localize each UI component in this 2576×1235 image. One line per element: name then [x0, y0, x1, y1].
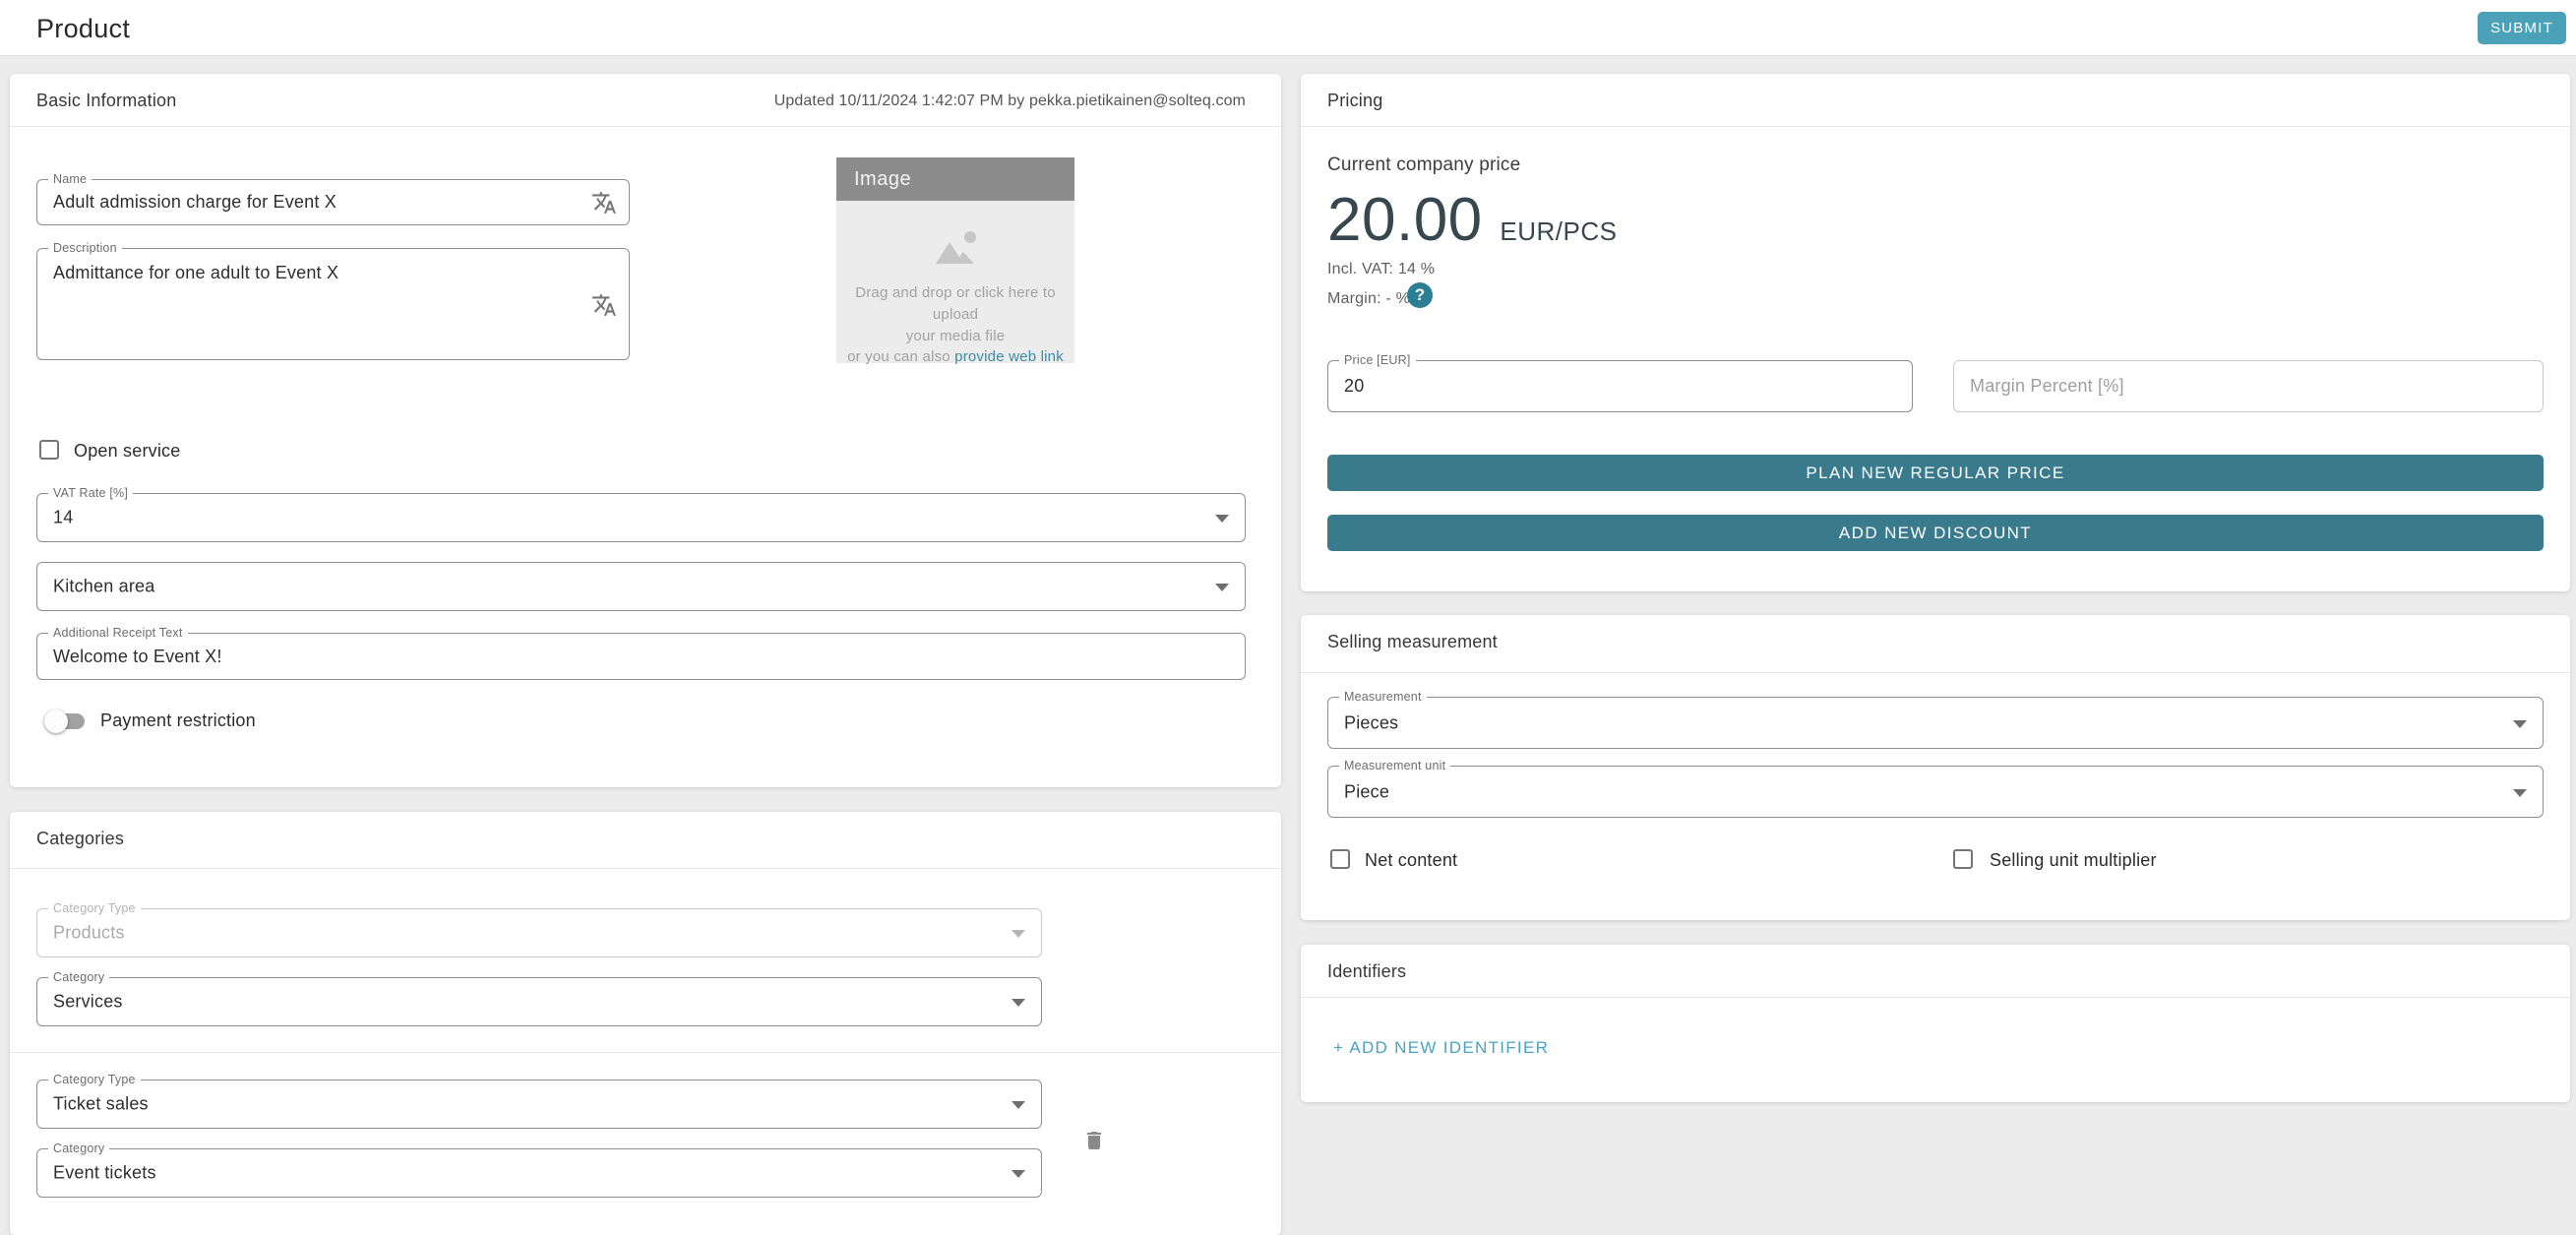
chevron-down-icon [1012, 1101, 1025, 1109]
category-select[interactable]: Category Event tickets [36, 1148, 1042, 1198]
basic-information-card: Basic Information Updated 10/11/2024 1:4… [10, 74, 1281, 787]
selling-unit-multiplier-label: Selling unit multiplier [1990, 850, 2157, 871]
payment-restriction-label: Payment restriction [100, 710, 256, 731]
basic-information-title: Basic Information [36, 91, 176, 111]
additional-receipt-text-input[interactable] [37, 634, 1245, 679]
categories-title: Categories [36, 829, 124, 849]
upload-hint-line1: Drag and drop or click here to upload [855, 284, 1056, 323]
chevron-down-icon [1215, 515, 1229, 523]
measurement-select[interactable]: Measurement Pieces [1327, 697, 2544, 749]
divider [1301, 997, 2570, 998]
category-type-select[interactable]: Category Type Ticket sales [36, 1080, 1042, 1129]
divider [10, 1052, 1281, 1053]
selling-measurement-card: Selling measurement Measurement Pieces M… [1301, 615, 2570, 920]
description-field[interactable]: Description Admittance for one adult to … [36, 248, 630, 360]
sales-area-select[interactable]: Kitchen area [36, 562, 1246, 611]
measurement-value: Pieces [1344, 712, 1398, 733]
selling-measurement-title: Selling measurement [1327, 632, 1498, 652]
image-placeholder-icon [928, 228, 983, 275]
category-label: Category [48, 969, 109, 985]
upload-hint-line3: or you can also [847, 348, 954, 365]
name-input[interactable] [37, 180, 629, 224]
category-type-label: Category Type [48, 1072, 141, 1087]
name-field[interactable]: Name [36, 179, 630, 225]
pricing-card: Pricing Current company price 20.00 EUR/… [1301, 74, 2570, 591]
price-amount: 20.00 [1327, 186, 1483, 254]
delete-icon[interactable] [1082, 1129, 1106, 1152]
measurement-unit-select[interactable]: Measurement unit Piece [1327, 766, 2544, 818]
margin-percent-field[interactable] [1953, 360, 2544, 412]
description-input[interactable]: Admittance for one adult to Event X [37, 249, 629, 359]
pricing-title: Pricing [1327, 91, 1382, 111]
net-content-checkbox[interactable] [1330, 849, 1350, 869]
open-service-checkbox[interactable] [39, 440, 59, 460]
image-upload-header: Image [836, 157, 1074, 201]
divider [1301, 672, 2570, 673]
category-type-label: Category Type [48, 900, 141, 916]
price-unit: EUR/PCS [1500, 216, 1617, 246]
chevron-down-icon [1012, 999, 1025, 1007]
plan-new-regular-price-button[interactable]: PLAN NEW REGULAR PRICE [1327, 455, 2544, 491]
divider [1301, 126, 2570, 127]
image-upload-body[interactable]: Drag and drop or click here to upload yo… [836, 201, 1074, 363]
toggle-knob [44, 710, 68, 733]
open-service-label: Open service [74, 441, 180, 462]
price-input[interactable] [1328, 361, 1912, 411]
chevron-down-icon [2513, 720, 2527, 728]
identifiers-title: Identifiers [1327, 961, 1406, 982]
page-title: Product [36, 14, 130, 44]
upload-hint-line2: your media file [906, 328, 1006, 344]
identifiers-card: Identifiers + ADD NEW IDENTIFIER [1301, 945, 2570, 1102]
category-type-select-disabled: Category Type Products [36, 908, 1042, 957]
chevron-down-icon [2513, 789, 2527, 797]
category-type-value: Ticket sales [53, 1094, 149, 1115]
selling-unit-multiplier-checkbox[interactable] [1953, 849, 1973, 869]
updated-timestamp: Updated 10/11/2024 1:42:07 PM by pekka.p… [774, 93, 1246, 110]
category-value: Event tickets [53, 1163, 156, 1184]
chevron-down-icon [1012, 930, 1025, 938]
vat-rate-label: VAT Rate [%] [48, 485, 133, 501]
chevron-down-icon [1215, 584, 1229, 591]
category-value: Services [53, 992, 123, 1013]
payment-restriction-toggle[interactable] [47, 713, 85, 729]
divider [10, 868, 1281, 869]
vat-rate-select[interactable]: VAT Rate [%] 14 [36, 493, 1246, 542]
margin-percent-input[interactable] [1954, 361, 2543, 411]
chevron-down-icon [1012, 1170, 1025, 1178]
add-new-discount-button[interactable]: ADD NEW DISCOUNT [1327, 515, 2544, 551]
category-label: Category [48, 1141, 109, 1156]
category-type-value: Products [53, 923, 125, 944]
sales-area-value: Kitchen area [53, 577, 154, 597]
help-icon[interactable]: ? [1407, 282, 1433, 308]
category-select[interactable]: Category Services [36, 977, 1042, 1026]
current-price-label: Current company price [1327, 154, 1520, 176]
translate-icon[interactable] [591, 292, 617, 318]
submit-button[interactable]: SUBMIT [2478, 12, 2566, 44]
add-new-identifier-link[interactable]: + ADD NEW IDENTIFIER [1333, 1038, 1549, 1058]
measurement-label: Measurement [1339, 689, 1427, 705]
measurement-unit-value: Piece [1344, 781, 1389, 802]
incl-vat-text: Incl. VAT: 14 % [1327, 261, 1435, 278]
categories-card: Categories Category Type Products Catego… [10, 812, 1281, 1235]
measurement-unit-label: Measurement unit [1339, 758, 1450, 773]
price-field[interactable]: Price [EUR] [1327, 360, 1913, 412]
margin-text: Margin: - % [1327, 290, 1410, 308]
image-upload-dropzone[interactable]: Image Drag and drop or click here to upl… [836, 157, 1074, 363]
translate-icon[interactable] [591, 190, 617, 216]
divider [10, 126, 1281, 127]
additional-receipt-text-field[interactable]: Additional Receipt Text [36, 633, 1246, 680]
net-content-label: Net content [1365, 850, 1457, 871]
vat-rate-value: 14 [53, 508, 73, 528]
current-price-amount: 20.00 EUR/PCS [1327, 190, 1617, 251]
top-bar: Product SUBMIT [0, 0, 2576, 56]
provide-web-link[interactable]: provide web link [954, 348, 1064, 365]
